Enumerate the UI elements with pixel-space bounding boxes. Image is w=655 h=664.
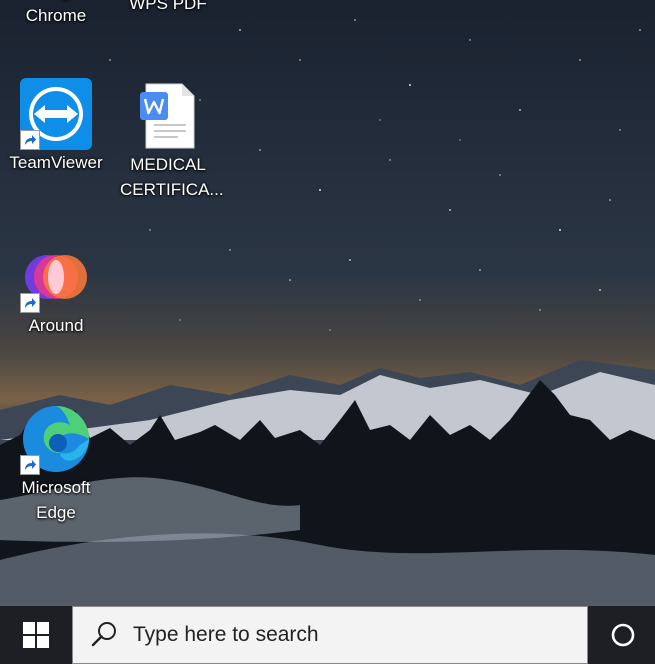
search-icon <box>91 622 116 647</box>
search-placeholder: Type here to search <box>133 623 319 646</box>
desktop-icon-microsoft-edge[interactable]: Microsoft Edge <box>8 403 104 525</box>
desktop-icon-label: MEDICAL CERTIFICA... <box>120 155 224 199</box>
desktop-icon-label: Around <box>28 316 84 335</box>
shortcut-arrow-icon <box>20 130 40 150</box>
shortcut-arrow-icon <box>20 293 40 313</box>
desktop-icon-label: Microsoft Edge <box>21 478 91 522</box>
start-button[interactable] <box>0 606 72 664</box>
cortana-button[interactable] <box>590 606 655 664</box>
word-document-icon <box>132 80 204 152</box>
cortana-icon <box>611 623 634 647</box>
desktop-background: Google Chrome WPS PDF TeamViewer <box>0 0 655 606</box>
taskbar: Type here to search <box>0 606 655 664</box>
desktop-icon-medical-certificate[interactable]: MEDICAL CERTIFICA... <box>120 80 224 202</box>
teamviewer-icon <box>20 78 92 150</box>
desktop-icon-around[interactable]: Around <box>8 241 104 338</box>
desktop-icon-teamviewer[interactable]: TeamViewer <box>8 78 104 175</box>
taskbar-search-box[interactable]: Type here to search <box>72 606 588 664</box>
desktop-icon-label: Google Chrome <box>25 6 87 25</box>
desktop-icon-wps-pdf[interactable]: WPS PDF <box>120 0 216 16</box>
desktop-icon-label: TeamViewer <box>9 153 103 172</box>
desktop-icon-label: WPS PDF <box>129 0 207 13</box>
edge-icon <box>20 403 92 475</box>
shortcut-arrow-icon <box>20 455 40 475</box>
around-icon <box>20 241 92 313</box>
desktop-icon-google-chrome[interactable]: Google Chrome <box>8 0 104 28</box>
windows-logo-icon <box>23 622 49 648</box>
